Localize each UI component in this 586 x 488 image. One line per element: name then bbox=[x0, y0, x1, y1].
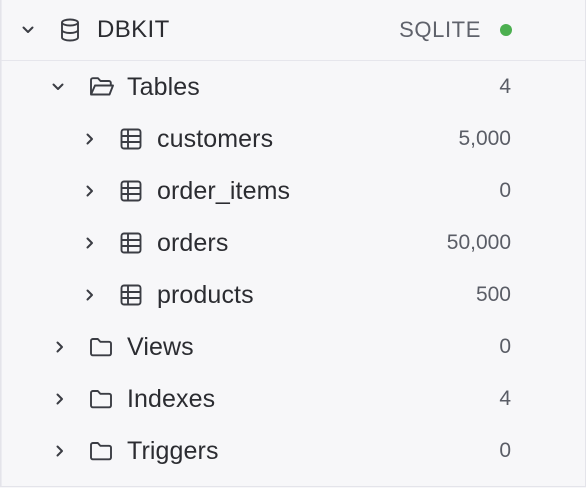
folder-icon bbox=[89, 337, 113, 357]
table-grid-icon bbox=[120, 232, 142, 254]
table-row-count: 0 bbox=[499, 179, 511, 202]
database-icon bbox=[60, 18, 80, 42]
connection-status-indicator bbox=[500, 24, 512, 36]
tree-group-label: Triggers bbox=[127, 437, 219, 465]
tree-group-triggers[interactable]: Triggers 0 bbox=[1, 425, 585, 477]
tree-group-count: 0 bbox=[499, 335, 511, 358]
table-item-customers[interactable]: customers 5,000 bbox=[1, 113, 585, 165]
table-row-count: 5,000 bbox=[458, 127, 511, 150]
table-row-count: 500 bbox=[475, 283, 511, 306]
connection-row[interactable]: DBKIT SQLITE bbox=[1, 0, 585, 61]
chevron-right-icon[interactable] bbox=[53, 444, 67, 458]
chevron-right-icon[interactable] bbox=[83, 236, 97, 250]
tree-group-count: 0 bbox=[499, 439, 511, 462]
tree-group-views[interactable]: Views 0 bbox=[1, 321, 585, 373]
database-explorer-panel: DBKIT SQLITE Tables 4 customers 5,000 or… bbox=[0, 0, 586, 487]
table-name: order_items bbox=[157, 177, 291, 205]
chevron-right-icon[interactable] bbox=[53, 392, 67, 406]
tree-group-count: 4 bbox=[499, 387, 511, 410]
chevron-right-icon[interactable] bbox=[83, 184, 97, 198]
table-grid-icon bbox=[120, 180, 142, 202]
table-row-count: 50,000 bbox=[446, 231, 511, 254]
table-name: orders bbox=[157, 229, 229, 257]
table-name: customers bbox=[157, 125, 274, 153]
tree-group-indexes[interactable]: Indexes 4 bbox=[1, 373, 585, 425]
connection-type: SQLITE bbox=[399, 17, 481, 42]
folder-open-icon bbox=[89, 76, 115, 98]
tree-group-label: Tables bbox=[127, 73, 200, 101]
table-grid-icon bbox=[120, 128, 142, 150]
table-name: products bbox=[157, 281, 254, 309]
folder-icon bbox=[89, 441, 113, 461]
tree-group-label: Views bbox=[127, 333, 194, 361]
tree-group-count: 4 bbox=[499, 75, 511, 98]
tree-group-tables[interactable]: Tables 4 bbox=[1, 61, 585, 113]
chevron-right-icon[interactable] bbox=[83, 288, 97, 302]
chevron-right-icon[interactable] bbox=[53, 340, 67, 354]
table-item-orders[interactable]: orders 50,000 bbox=[1, 217, 585, 269]
connection-name: DBKIT bbox=[97, 16, 170, 43]
table-grid-icon bbox=[120, 284, 142, 306]
tree-group-label: Indexes bbox=[127, 385, 216, 413]
folder-icon bbox=[89, 389, 113, 409]
chevron-down-icon[interactable] bbox=[21, 23, 35, 37]
chevron-down-icon[interactable] bbox=[51, 80, 65, 94]
table-item-order-items[interactable]: order_items 0 bbox=[1, 165, 585, 217]
table-item-products[interactable]: products 500 bbox=[1, 269, 585, 321]
chevron-right-icon[interactable] bbox=[83, 132, 97, 146]
